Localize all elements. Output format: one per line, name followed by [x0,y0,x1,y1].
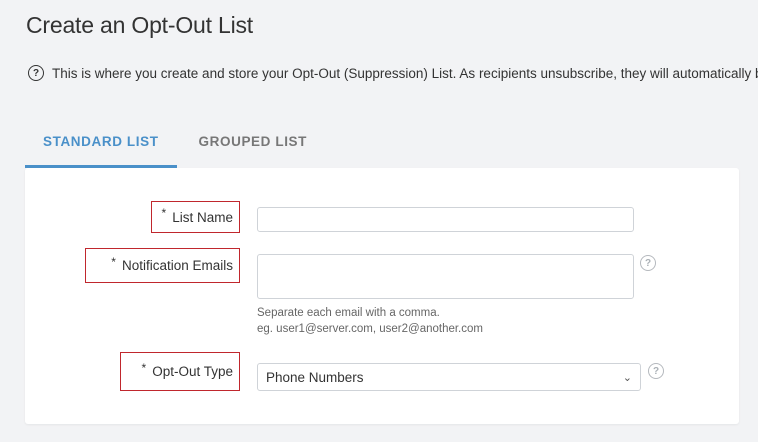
required-asterisk: * [141,360,147,375]
tab-standard-list[interactable]: STANDARD LIST [25,122,177,168]
chevron-down-icon: ⌄ [622,371,632,384]
hint-line-1: Separate each email with a comma. [257,307,440,319]
notification-emails-label: * Notification Emails [85,248,240,283]
list-name-input[interactable] [257,207,634,232]
required-asterisk: * [161,206,167,220]
required-asterisk: * [111,254,116,269]
notification-emails-hint: Separate each email with a comma. eg. us… [257,305,483,337]
info-message: ? This is where you create and store you… [28,65,758,81]
list-type-tabs: STANDARD LIST GROUPED LIST [25,122,325,168]
opt-out-type-label-text: Opt-Out Type [152,364,233,379]
tab-grouped-list[interactable]: GROUPED LIST [181,122,325,168]
info-text: This is where you create and store your … [52,65,758,81]
notification-emails-input[interactable] [257,254,634,299]
question-circle-icon[interactable]: ? [640,255,656,271]
list-name-label: * List Name [151,201,240,233]
hint-line-2: eg. user1@server.com, user2@another.com [257,323,483,335]
notification-emails-label-text: Notification Emails [121,258,233,273]
question-circle-icon: ? [28,65,44,81]
list-name-label-text: List Name [172,209,233,225]
form-card: * List Name * Notification Emails ? Sepa… [25,168,739,424]
opt-out-type-selected: Phone Numbers [266,369,364,385]
question-circle-icon[interactable]: ? [648,363,664,379]
page-title: Create an Opt-Out List [26,12,253,38]
opt-out-type-label: * Opt-Out Type [120,352,240,391]
opt-out-type-select[interactable]: Phone Numbers ⌄ [257,363,641,391]
